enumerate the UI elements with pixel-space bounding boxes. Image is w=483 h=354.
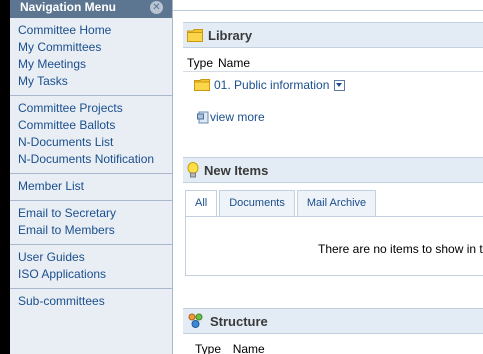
col-type: Type xyxy=(187,56,214,70)
new-items-tabs: All Documents Mail Archive xyxy=(185,190,378,216)
library-title: Library xyxy=(208,27,253,43)
view-more-icon xyxy=(197,111,209,124)
folder-icon xyxy=(187,28,203,42)
nav-header: Navigation Menu ✕ xyxy=(10,0,172,18)
library-header: Library xyxy=(183,22,483,48)
nav-sub-committees[interactable]: Sub-committees xyxy=(18,293,172,310)
nav-n-documents-list[interactable]: N-Documents List xyxy=(18,134,172,151)
nav-group-email: Email to Secretary Email to Members xyxy=(10,201,172,245)
window-frame-left xyxy=(0,0,10,354)
nav-iso-applications[interactable]: ISO Applications xyxy=(18,266,172,283)
nav-member-list[interactable]: Member List xyxy=(18,178,172,195)
tab-content: There are no items to show in th xyxy=(185,216,483,276)
folder-icon xyxy=(194,79,210,91)
empty-message: There are no items to show in th xyxy=(318,242,483,256)
dropdown-icon[interactable] xyxy=(334,79,346,91)
nav-committee-ballots[interactable]: Committee Ballots xyxy=(18,117,172,134)
nav-my-meetings[interactable]: My Meetings xyxy=(18,56,172,73)
folder-row[interactable]: 01. Public information xyxy=(194,78,346,92)
nav-my-committees[interactable]: My Committees xyxy=(18,39,172,56)
library-divider xyxy=(183,71,483,72)
nav-my-tasks[interactable]: My Tasks xyxy=(18,73,172,90)
nav-group-subcommittees: Sub-committees xyxy=(10,289,172,315)
nav-group-projects: Committee Projects Committee Ballots N-D… xyxy=(10,96,172,174)
view-more-link[interactable]: view more xyxy=(197,110,265,124)
nav-email-secretary[interactable]: Email to Secretary xyxy=(18,205,172,222)
new-items-title: New Items xyxy=(204,162,269,178)
nav-n-documents-notification[interactable]: N-Documents Notification xyxy=(18,151,172,168)
view-more-label[interactable]: view more xyxy=(210,110,265,124)
collapse-icon[interactable]: ✕ xyxy=(150,1,163,14)
main-content: Library Type Name 01. Public information … xyxy=(173,0,483,354)
nav-user-guides[interactable]: User Guides xyxy=(18,249,172,266)
nav-group-members: Member List xyxy=(10,174,172,201)
nav-committee-home[interactable]: Committee Home xyxy=(18,22,172,39)
navigation-sidebar: Navigation Menu ✕ Committee Home My Comm… xyxy=(10,0,173,354)
structure-columns: Type Name xyxy=(195,342,270,354)
top-strip xyxy=(173,0,483,11)
nav-committee-projects[interactable]: Committee Projects xyxy=(18,100,172,117)
structure-title: Structure xyxy=(210,313,268,329)
folder-link[interactable]: 01. Public information xyxy=(214,78,329,92)
tab-all[interactable]: All xyxy=(185,190,218,216)
library-columns: Type Name xyxy=(187,56,255,70)
structure-header: Structure xyxy=(183,308,483,334)
col-name: Name xyxy=(232,342,265,354)
col-type: Type xyxy=(195,342,222,354)
tab-documents[interactable]: Documents xyxy=(219,190,295,216)
nav-group-guides: User Guides ISO Applications xyxy=(10,245,172,289)
new-items-header: New Items xyxy=(183,157,483,183)
nav-group-committee: Committee Home My Committees My Meetings… xyxy=(10,18,172,96)
lightbulb-icon xyxy=(187,161,199,177)
nav-title: Navigation Menu xyxy=(20,0,117,14)
tab-mail-archive[interactable]: Mail Archive xyxy=(296,190,377,216)
nav-email-members[interactable]: Email to Members xyxy=(18,222,172,239)
col-name: Name xyxy=(218,56,251,70)
structure-icon xyxy=(188,313,203,328)
